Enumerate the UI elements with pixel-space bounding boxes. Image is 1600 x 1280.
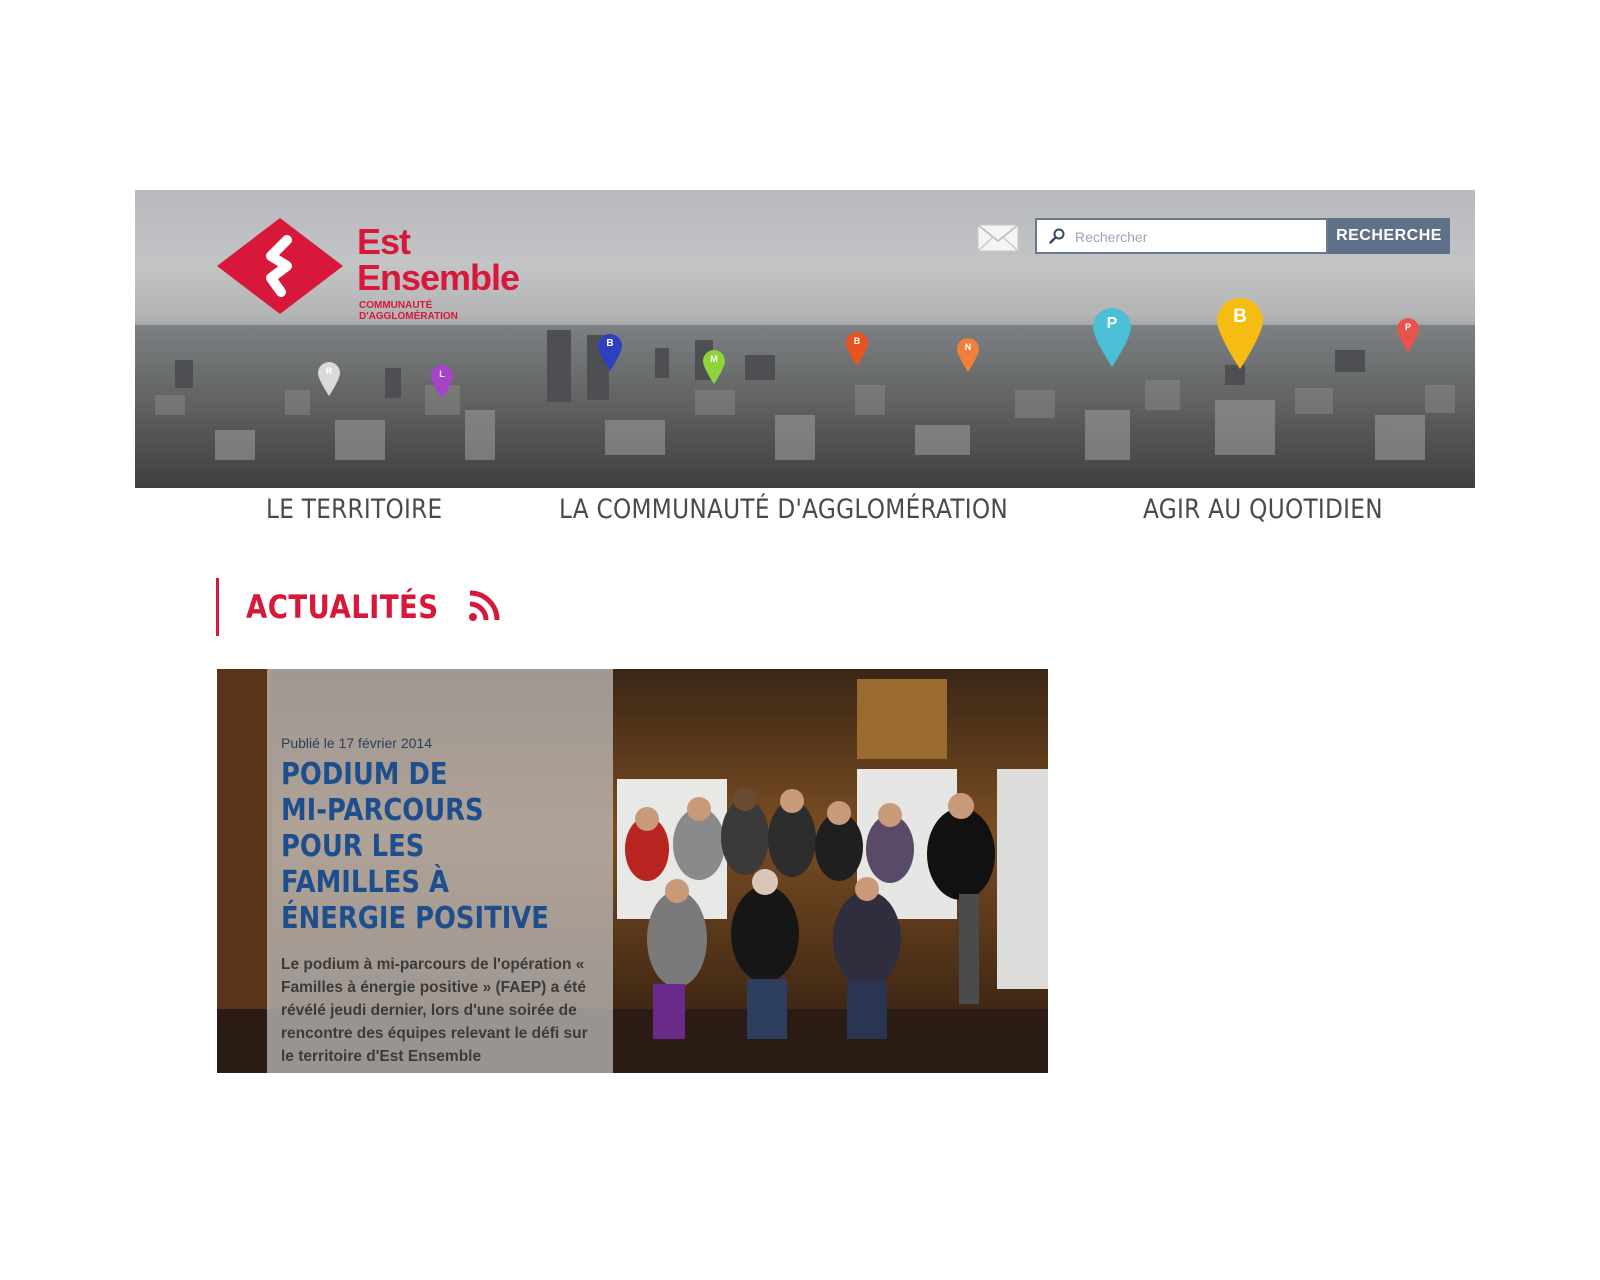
- search-button[interactable]: RECHERCHE: [1328, 218, 1450, 254]
- rss-icon[interactable]: [468, 590, 500, 622]
- search-input[interactable]: [1073, 224, 1322, 250]
- card-excerpt: Le podium à mi-parcours de l'opération «…: [281, 956, 588, 1065]
- header-banner: Est Ensemble COMMUNAUTÉ D'AGGLOMÉRATION …: [135, 190, 1475, 488]
- map-pin-letter: B: [606, 338, 614, 349]
- card-title-line: ÉNERGIE POSITIVE: [281, 901, 549, 936]
- section-title: ACTUALITÉS: [246, 588, 439, 626]
- search-icon: [1049, 228, 1065, 244]
- card-title-line: PODIUM DE: [281, 757, 448, 792]
- nav-item-la-communaute[interactable]: LA COMMUNAUTÉ D'AGGLOMÉRATION: [559, 494, 1008, 525]
- main-nav: LE TERRITOIRE LA COMMUNAUTÉ D'AGGLOMÉRAT…: [0, 494, 1600, 534]
- map-pin-icon[interactable]: P: [1093, 308, 1131, 367]
- map-pin-letter: P: [1404, 322, 1411, 332]
- logo-mark-icon: [217, 218, 343, 314]
- card-title-line: FAMILLES À: [281, 865, 449, 900]
- map-pin-icon[interactable]: N: [957, 338, 979, 372]
- map-pin-letter: B: [1233, 306, 1247, 327]
- section-accent-bar: [216, 578, 219, 636]
- map-pin-icon[interactable]: P: [1397, 318, 1419, 352]
- search-field[interactable]: [1035, 218, 1328, 254]
- card-publish-date: Publié le 17 février 2014: [281, 735, 432, 751]
- nav-item-le-territoire[interactable]: LE TERRITOIRE: [266, 494, 442, 525]
- map-pin-icon[interactable]: M: [703, 350, 725, 384]
- map-pin-icon[interactable]: B: [1217, 298, 1263, 369]
- featured-news-card[interactable]: Publié le 17 février 2014 PODIUM DE MI-P…: [217, 669, 1048, 1073]
- map-pin-icon[interactable]: R: [318, 362, 340, 396]
- logo-subtitle-line1: COMMUNAUTÉ: [359, 300, 433, 311]
- map-pin-letter: N: [964, 342, 972, 352]
- map-pin-letter: M: [710, 354, 718, 364]
- map-pin-letter: B: [853, 336, 861, 346]
- nav-item-agir-au-quotidien[interactable]: AGIR AU QUOTIDIEN: [1143, 494, 1383, 525]
- map-pin-icon[interactable]: B: [846, 332, 868, 366]
- logo-subtitle-line2: D'AGGLOMÉRATION: [359, 311, 458, 322]
- logo-title-line1: Est: [357, 221, 411, 262]
- logo[interactable]: Est Ensemble COMMUNAUTÉ D'AGGLOMÉRATION: [215, 218, 545, 328]
- map-pin-icon[interactable]: L: [431, 365, 453, 399]
- map-pin-letter: P: [1106, 315, 1118, 332]
- logo-title: Est Ensemble: [357, 221, 520, 298]
- map-pin-letter: L: [439, 369, 445, 379]
- map-pin-icon[interactable]: B: [598, 334, 622, 371]
- card-title-line: POUR LES: [281, 829, 425, 864]
- map-pin-letter: R: [325, 366, 333, 376]
- envelope-icon[interactable]: [977, 224, 1019, 252]
- logo-title-line2: Ensemble: [357, 257, 520, 298]
- card-title[interactable]: PODIUM DE MI-PARCOURS POUR LES FAMILLES …: [281, 757, 565, 937]
- logo-subtitle: COMMUNAUTÉ D'AGGLOMÉRATION: [359, 300, 458, 322]
- card-title-line: MI-PARCOURS: [281, 793, 484, 828]
